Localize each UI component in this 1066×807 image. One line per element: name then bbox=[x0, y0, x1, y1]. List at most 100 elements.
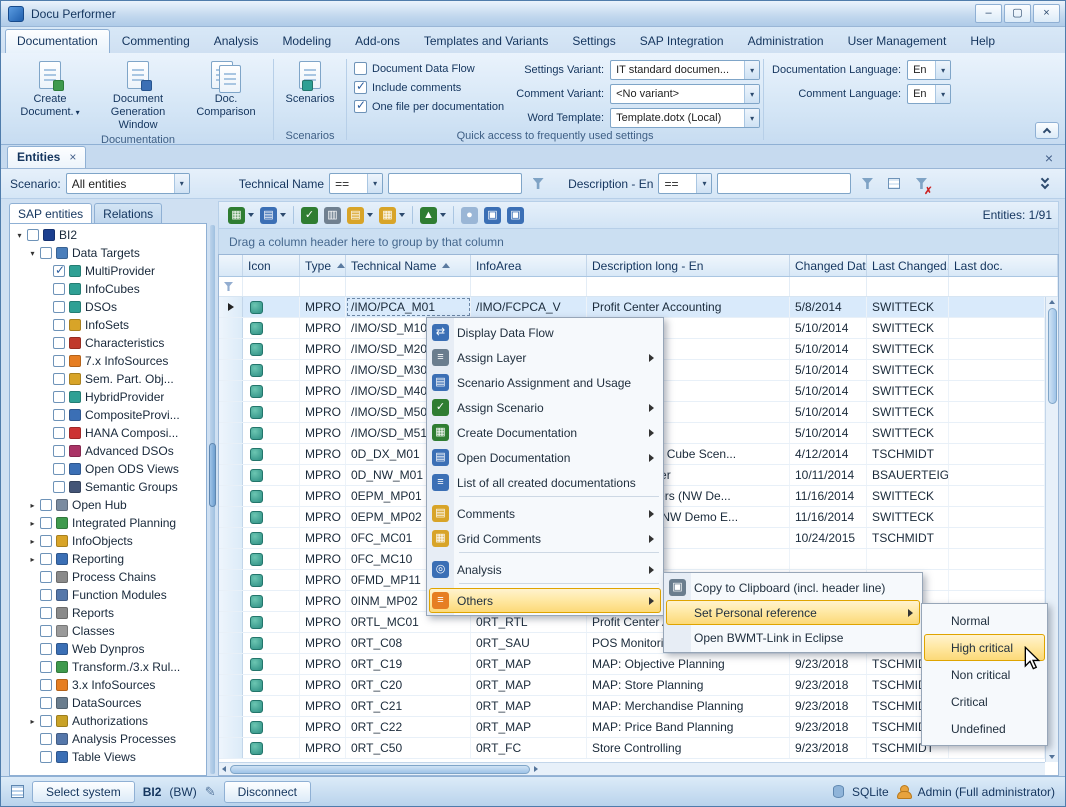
table-row[interactable]: MPRO /IMO/PCA_M01 /IMO/FCPCA_V Profit Ce… bbox=[219, 297, 1045, 318]
comments-icon[interactable]: ▤ bbox=[344, 205, 376, 226]
left-panel-tab[interactable]: Relations bbox=[94, 203, 162, 223]
tree-checkbox[interactable] bbox=[40, 751, 52, 763]
ribbon-tab[interactable]: Add-ons bbox=[343, 29, 412, 53]
tree-item[interactable]: ▾ BI2 bbox=[10, 226, 206, 244]
tree-item[interactable]: HybridProvider bbox=[10, 388, 206, 406]
tree-item[interactable]: 7.x InfoSources bbox=[10, 352, 206, 370]
maximize-button[interactable]: ▢ bbox=[1004, 4, 1031, 23]
analysis-chart-icon[interactable]: ▲ bbox=[417, 205, 449, 226]
tree-checkbox[interactable] bbox=[40, 535, 52, 547]
ribbon-tab[interactable]: Templates and Variants bbox=[412, 29, 561, 53]
tree-checkbox[interactable] bbox=[53, 283, 65, 295]
ribbon-tab[interactable]: Analysis bbox=[202, 29, 271, 53]
column-header-technical-name[interactable]: Technical Name bbox=[346, 255, 471, 276]
tree-checkbox[interactable] bbox=[27, 229, 39, 241]
scroll-up-icon[interactable] bbox=[1049, 300, 1055, 304]
menu-item-normal[interactable]: Normal bbox=[924, 607, 1045, 634]
tree-item[interactable]: Classes bbox=[10, 622, 206, 640]
menu-item-open-documentation[interactable]: ▤ Open Documentation bbox=[429, 445, 661, 470]
tree-item[interactable]: InfoSets bbox=[10, 316, 206, 334]
tree-checkbox[interactable] bbox=[40, 247, 52, 259]
tree-checkbox[interactable] bbox=[40, 607, 52, 619]
tree-checkbox[interactable] bbox=[40, 499, 52, 511]
description-filter-input[interactable] bbox=[717, 173, 851, 194]
ribbon-checkbox[interactable]: One file per documentation bbox=[354, 100, 504, 113]
column-header-changed-date[interactable]: Changed Date bbox=[790, 255, 867, 276]
tree-item[interactable]: Process Chains bbox=[10, 568, 206, 586]
tree-checkbox[interactable] bbox=[53, 373, 65, 385]
tree-item[interactable]: ▸ InfoObjects bbox=[10, 532, 206, 550]
expander-icon[interactable]: ▸ bbox=[27, 555, 38, 564]
doc-comparison-button[interactable]: Doc. Comparison bbox=[182, 55, 270, 119]
horizontal-scroll-thumb[interactable] bbox=[230, 765, 530, 774]
disconnect-button[interactable]: Disconnect bbox=[224, 781, 311, 803]
vertical-scroll-thumb[interactable] bbox=[1048, 308, 1057, 404]
menu-item-copy-to-clipboard[interactable]: ▣ Copy to Clipboard (incl. header line) bbox=[666, 575, 920, 600]
tree-checkbox[interactable] bbox=[40, 571, 52, 583]
menu-item-critical[interactable]: Critical bbox=[924, 688, 1045, 715]
tree-checkbox[interactable] bbox=[40, 733, 52, 745]
tab-entities[interactable]: Entities × bbox=[7, 146, 86, 168]
menu-item-open-bwmt-link-in-eclipse[interactable]: Open BWMT-Link in Eclipse bbox=[666, 625, 920, 650]
left-panel-tab[interactable]: SAP entities bbox=[9, 203, 92, 223]
grid-filter-row[interactable] bbox=[219, 277, 1058, 297]
ribbon-tab[interactable]: SAP Integration bbox=[628, 29, 736, 53]
tree-item[interactable]: Analysis Processes bbox=[10, 730, 206, 748]
expander-icon[interactable]: ▸ bbox=[27, 717, 38, 726]
menu-item-assign-scenario[interactable]: ✓ Assign Scenario bbox=[429, 395, 661, 420]
tree-checkbox[interactable] bbox=[40, 625, 52, 637]
grid-comments-icon[interactable]: ▦ bbox=[376, 205, 408, 226]
tree-checkbox[interactable] bbox=[40, 661, 52, 673]
technical-operator-select[interactable]: == bbox=[329, 173, 383, 194]
tree-item[interactable]: Table Views bbox=[10, 748, 206, 766]
ribbon-checkbox[interactable]: Include comments bbox=[354, 81, 504, 94]
clear-filter-button[interactable]: ✗ bbox=[910, 173, 932, 194]
expander-icon[interactable]: ▾ bbox=[14, 231, 25, 240]
menu-item-assign-layer[interactable]: ≡ Assign Layer bbox=[429, 345, 661, 370]
ribbon-tab[interactable]: Settings bbox=[560, 29, 627, 53]
tree-item[interactable]: ▸ Integrated Planning bbox=[10, 514, 206, 532]
panel-splitter[interactable] bbox=[208, 201, 217, 776]
scroll-left-icon[interactable] bbox=[222, 766, 226, 772]
tree-checkbox[interactable] bbox=[53, 337, 65, 349]
tree-checkbox[interactable] bbox=[53, 301, 65, 313]
tree-checkbox[interactable] bbox=[40, 679, 52, 691]
column-header-last-changed[interactable]: Last Changed... bbox=[867, 255, 949, 276]
speech-bubble-icon[interactable]: ● bbox=[458, 205, 481, 226]
tree-checkbox[interactable] bbox=[53, 463, 65, 475]
menu-item-create-documentation[interactable]: ▦ Create Documentation bbox=[429, 420, 661, 445]
menu-item-scenario-assignment-and-usage[interactable]: ▤ Scenario Assignment and Usage bbox=[429, 370, 661, 395]
tree-item[interactable]: 3.x InfoSources bbox=[10, 676, 206, 694]
scroll-right-icon[interactable] bbox=[534, 766, 538, 772]
expander-icon[interactable]: ▸ bbox=[27, 519, 38, 528]
tree-item[interactable]: DataSources bbox=[10, 694, 206, 712]
tree-item[interactable]: ▸ Open Hub bbox=[10, 496, 206, 514]
expander-icon[interactable]: ▸ bbox=[27, 537, 38, 546]
menu-item-set-personal-reference[interactable]: Set Personal reference bbox=[666, 600, 920, 625]
tree-item[interactable]: Advanced DSOs bbox=[10, 442, 206, 460]
menu-item[interactable] bbox=[459, 496, 659, 500]
menu-item-others[interactable]: ≡ Others bbox=[429, 588, 661, 613]
tree-checkbox[interactable] bbox=[40, 553, 52, 565]
menu-item-display-data-flow[interactable]: ⇄ Display Data Flow bbox=[429, 320, 661, 345]
scroll-down-icon[interactable] bbox=[1049, 755, 1055, 759]
expander-icon[interactable]: ▸ bbox=[27, 501, 38, 510]
menu-item-analysis[interactable]: ◎ Analysis bbox=[429, 557, 661, 582]
expander-icon[interactable]: ▾ bbox=[27, 249, 38, 258]
ribbon-tab[interactable]: Documentation bbox=[5, 29, 110, 53]
toolbar-button[interactable] bbox=[412, 206, 413, 224]
scenario-select[interactable]: All entities bbox=[66, 173, 190, 194]
edit-connection-icon[interactable]: ✎ bbox=[205, 784, 216, 800]
menu-item-comments[interactable]: ▤ Comments bbox=[429, 501, 661, 526]
ribbon-checkbox[interactable]: Document Data Flow bbox=[354, 62, 504, 75]
ribbon-tab[interactable]: Administration bbox=[736, 29, 836, 53]
select-system-button[interactable]: Select system bbox=[32, 781, 135, 803]
tree-checkbox[interactable] bbox=[40, 697, 52, 709]
minimize-button[interactable]: – bbox=[975, 4, 1002, 23]
variant-select[interactable]: Template.dotx (Local) bbox=[610, 108, 760, 128]
column-header-description[interactable]: Description long - En bbox=[587, 255, 790, 276]
collapse-ribbon-button[interactable] bbox=[1035, 122, 1059, 139]
ribbon-tab[interactable]: Commenting bbox=[110, 29, 202, 53]
column-header-last-doc[interactable]: Last doc. bbox=[949, 255, 1058, 276]
tree-checkbox[interactable] bbox=[53, 409, 65, 421]
